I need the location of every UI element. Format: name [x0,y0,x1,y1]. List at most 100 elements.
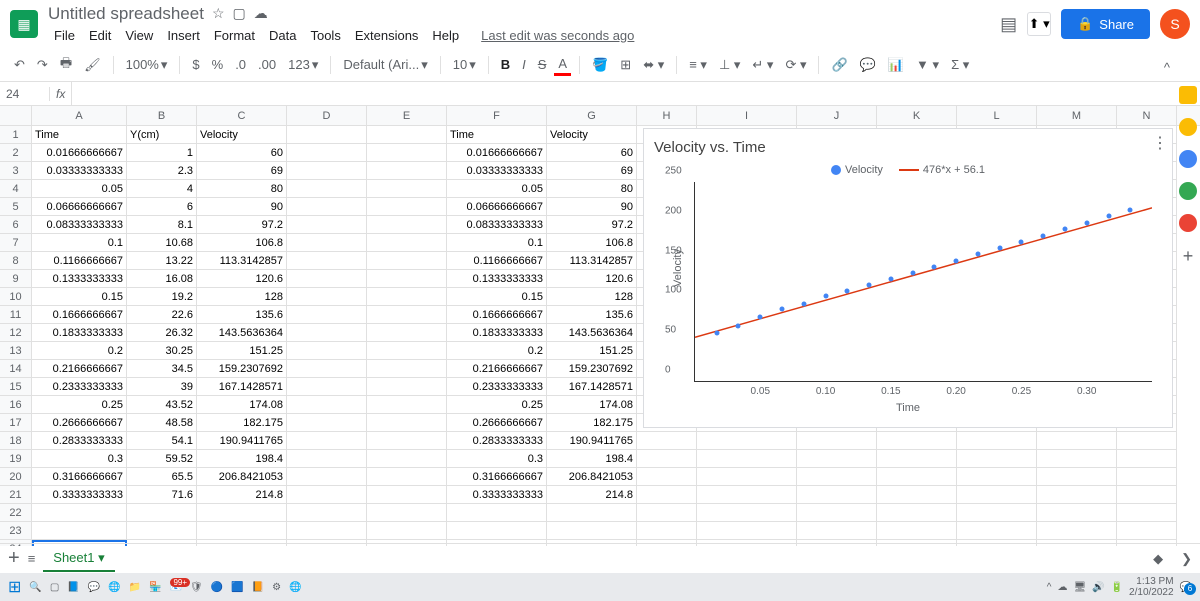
task-view-icon[interactable]: ▢ [50,582,59,593]
chart-menu-icon[interactable]: ⋮ [1152,133,1168,153]
cell[interactable] [287,396,367,414]
cell[interactable]: 26.32 [127,324,197,342]
cell[interactable]: 0.2 [32,342,127,360]
cell[interactable] [637,486,697,504]
menu-tools[interactable]: Tools [304,26,346,45]
cell[interactable] [797,504,877,522]
cell[interactable]: 59.52 [127,450,197,468]
formula-input[interactable] [71,82,1200,105]
row-header[interactable]: 16 [0,396,32,414]
col-header[interactable]: C [197,106,287,125]
col-header[interactable]: M [1037,106,1117,125]
cell[interactable]: 128 [547,288,637,306]
cell[interactable]: 143.5636364 [197,324,287,342]
cell[interactable]: 69 [547,162,637,180]
account-avatar[interactable]: S [1160,9,1190,39]
document-title[interactable]: Untitled spreadsheet [48,4,204,24]
functions-icon[interactable]: Σ ▾ [947,55,973,75]
cell[interactable] [697,468,797,486]
cell[interactable]: 151.25 [547,342,637,360]
cell[interactable] [32,504,127,522]
cell[interactable] [287,522,367,540]
cell[interactable]: 198.4 [197,450,287,468]
present-icon[interactable]: ⬆ ▾ [1027,12,1051,36]
menu-file[interactable]: File [48,26,81,45]
cell[interactable]: 167.1428571 [197,378,287,396]
col-header[interactable]: H [637,106,697,125]
cell[interactable]: 0.2666666667 [32,414,127,432]
cell[interactable] [367,288,447,306]
cell[interactable] [287,306,367,324]
add-sheet-button[interactable]: + [8,547,20,570]
cell[interactable]: 0.2 [447,342,547,360]
cell[interactable] [367,198,447,216]
cell[interactable] [287,378,367,396]
cell[interactable]: 0.1166666667 [32,252,127,270]
app-icon[interactable]: 📁 [129,582,141,593]
row-header[interactable]: 8 [0,252,32,270]
cell[interactable]: 0.1 [32,234,127,252]
cell[interactable]: 0.2833333333 [447,432,547,450]
zoom-select[interactable]: 100% ▾ [122,55,172,75]
cell[interactable]: 0.1833333333 [447,324,547,342]
cell[interactable] [367,270,447,288]
cell[interactable]: 159.2307692 [197,360,287,378]
fill-color-icon[interactable]: 🪣 [588,55,612,75]
cell[interactable] [1037,432,1117,450]
cell[interactable]: 113.3142857 [547,252,637,270]
cell[interactable] [287,486,367,504]
cell[interactable] [547,522,637,540]
add-addon-icon[interactable]: + [1179,246,1197,264]
star-icon[interactable]: ☆ [212,5,225,22]
cell[interactable] [367,180,447,198]
app-icon[interactable]: 🔵 [211,582,223,593]
cell[interactable]: 0.1833333333 [32,324,127,342]
maps-icon[interactable] [1179,214,1197,232]
cell[interactable] [287,450,367,468]
cell[interactable]: 182.175 [547,414,637,432]
cell[interactable] [367,450,447,468]
cell[interactable] [32,522,127,540]
cell[interactable]: 0.06666666667 [447,198,547,216]
merge-cells-icon[interactable]: ⬌ ▾ [639,55,668,75]
cell[interactable] [197,504,287,522]
cell[interactable]: 0.3 [32,450,127,468]
rotation-icon[interactable]: ⟳ ▾ [781,55,810,75]
cell[interactable]: 0.06666666667 [32,198,127,216]
search-icon[interactable]: 🔍 [29,582,41,593]
cell[interactable] [367,414,447,432]
row-header[interactable]: 7 [0,234,32,252]
cell[interactable] [877,432,957,450]
clock-time[interactable]: 1:13 PM [1129,576,1174,587]
cell[interactable]: 0.25 [32,396,127,414]
cell[interactable]: 0.1666666667 [447,306,547,324]
cell[interactable] [367,252,447,270]
cell[interactable] [367,468,447,486]
cell[interactable]: 90 [197,198,287,216]
app-icon[interactable]: 🛡 [190,582,203,593]
bold-button[interactable]: B [497,55,514,74]
cell[interactable] [287,414,367,432]
cell[interactable]: 0.03333333333 [32,162,127,180]
cell[interactable]: 0.2166666667 [447,360,547,378]
cell[interactable]: 0.2833333333 [32,432,127,450]
row-header[interactable]: 11 [0,306,32,324]
cell[interactable]: 0.1333333333 [32,270,127,288]
row-header[interactable]: 18 [0,432,32,450]
cell[interactable] [1117,432,1177,450]
row-header[interactable]: 17 [0,414,32,432]
cell[interactable]: 135.6 [197,306,287,324]
menu-data[interactable]: Data [263,26,302,45]
increase-decimal-button[interactable]: .00 [254,55,280,74]
menu-insert[interactable]: Insert [161,26,206,45]
cell[interactable]: Velocity [197,126,287,144]
cell[interactable] [957,450,1037,468]
row-header[interactable]: 15 [0,378,32,396]
menu-edit[interactable]: Edit [83,26,117,45]
cell[interactable] [197,522,287,540]
cell[interactable] [287,270,367,288]
cell[interactable] [637,450,697,468]
col-header[interactable]: J [797,106,877,125]
cell[interactable] [797,522,877,540]
comment-history-icon[interactable]: ▤ [1000,14,1017,35]
